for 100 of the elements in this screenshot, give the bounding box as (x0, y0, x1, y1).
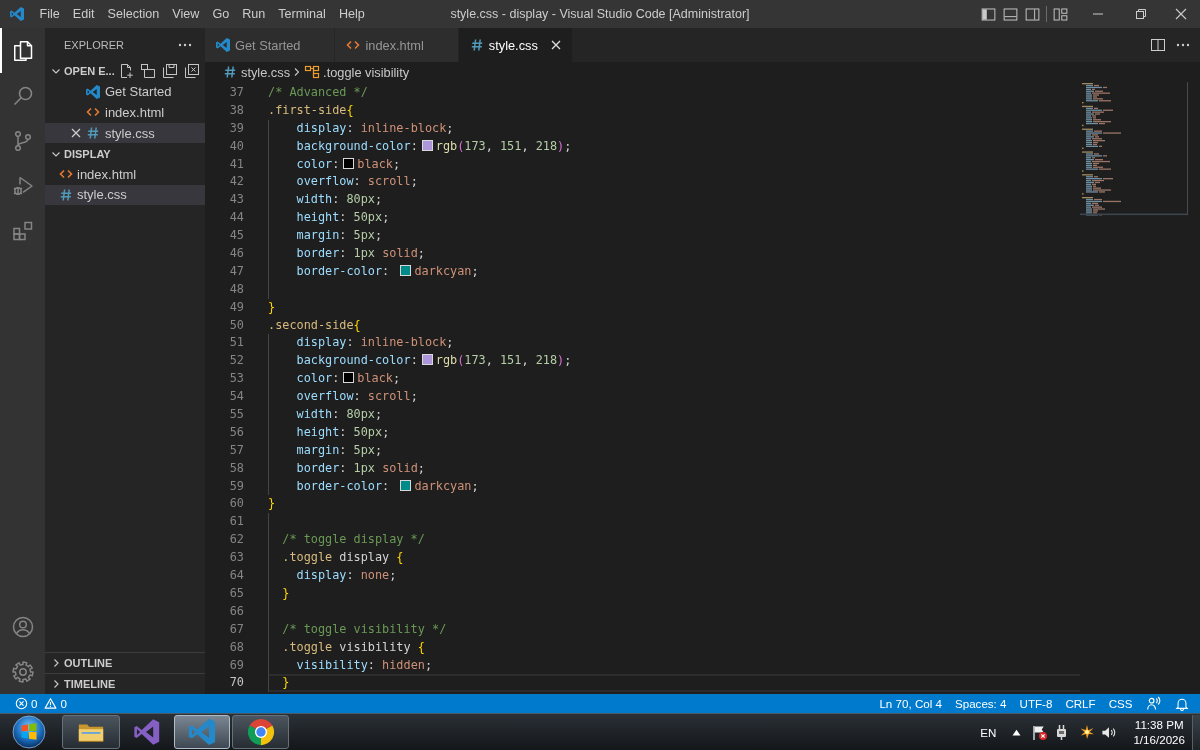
line-number: 43 (229, 191, 244, 209)
start-orb-icon[interactable] (11, 715, 46, 749)
section-title[interactable]: OUTLINE (64, 657, 113, 669)
line-number: 59 (229, 477, 244, 495)
browser-logo-icon (245, 717, 276, 747)
line-number: 68 (229, 638, 244, 656)
window-title: style.css - display - Visual Studio Code [Administrator] (450, 7, 750, 21)
layout-grid-icon[interactable] (1052, 5, 1069, 23)
code-line: display: inline-block; (296, 120, 454, 135)
split-editor-icon[interactable] (1150, 37, 1166, 53)
line-number: 64 (229, 567, 244, 585)
code-line: border: 1px solid; (296, 246, 425, 260)
show-desktop-button[interactable] (1192, 714, 1200, 750)
code-line: } (268, 496, 276, 511)
hash-icon (85, 125, 101, 142)
problems-button[interactable]: 0 0 (9, 694, 73, 713)
save-all-icon[interactable] (162, 63, 178, 80)
flag-icon[interactable] (1031, 723, 1049, 741)
account-icon[interactable] (10, 614, 35, 639)
breadcrumb-item[interactable]: .toggle visibility (304, 64, 410, 80)
infinity-logo-icon (132, 717, 162, 747)
section-title[interactable]: OPEN E... (64, 65, 115, 78)
language-mode[interactable]: CSS (1102, 694, 1139, 713)
line-number: 54 (229, 388, 244, 406)
menu-item[interactable]: View (165, 0, 206, 28)
code-line: margin: 5px; (296, 228, 383, 243)
code-line: width: 80px; (296, 192, 383, 207)
encoding-setting[interactable]: UTF-8 (1013, 694, 1059, 713)
sidebar-title: EXPLORER (64, 38, 124, 51)
code-line: border: 1px solid; (296, 460, 425, 475)
sparkle-icon[interactable] (1079, 724, 1096, 740)
close-icon[interactable] (1174, 7, 1188, 21)
editor-tab[interactable]: index.html (335, 28, 459, 62)
code-line: margin: 5px; (296, 442, 383, 457)
line-number: 45 (229, 227, 244, 245)
line-ending-setting[interactable]: CRLF (1058, 694, 1103, 713)
menu-item[interactable]: Help (332, 0, 372, 28)
line-number: 44 (229, 209, 244, 227)
editor-tab[interactable]: style.css (458, 28, 573, 62)
code-line: .second-side{ (268, 317, 361, 332)
line-number: 51 (229, 334, 244, 352)
error-icon (15, 697, 28, 710)
taskbar-button[interactable] (174, 715, 230, 749)
section-title[interactable]: TIMELINE (64, 678, 116, 690)
editor-logo-icon (187, 717, 217, 747)
menu-item[interactable]: File (33, 0, 67, 28)
open-editor-row[interactable]: Get Started (45, 81, 205, 103)
language-indicator[interactable]: EN (980, 725, 997, 739)
line-number: 52 (229, 352, 244, 370)
line-number: 58 (229, 459, 244, 477)
breadcrumb-item[interactable]: style.css (222, 64, 291, 80)
sidebar-layout-icon[interactable] (980, 5, 997, 23)
code-line: } (282, 675, 290, 690)
bell-icon[interactable] (1175, 696, 1189, 711)
line-number: 57 (229, 441, 244, 459)
code-text: darkcyan; (414, 263, 479, 278)
code-text: rgb(173, 151, 218); (435, 353, 572, 368)
open-editor-row[interactable]: index.html (45, 102, 205, 123)
feedback-icon[interactable] (1146, 696, 1161, 711)
code-line: .toggle display { (282, 550, 404, 565)
hash-icon (222, 64, 238, 80)
close-all-icon[interactable] (184, 63, 200, 80)
line-number: 65 (229, 584, 244, 602)
caret-up-icon[interactable] (1012, 728, 1022, 736)
clock-date[interactable]: 1/16/2026 (1133, 732, 1185, 747)
menu-item[interactable]: Edit (66, 0, 101, 28)
gear-icon[interactable] (10, 659, 35, 684)
taskbar-button[interactable] (62, 715, 120, 749)
code-line: height: 50px; (296, 424, 390, 439)
hash-icon (58, 186, 74, 203)
panel-layout-icon[interactable] (1002, 5, 1019, 23)
code-text: rgb(173, 151, 218); (435, 138, 572, 153)
restore-icon[interactable] (1133, 7, 1148, 21)
open-editor-row[interactable]: style.css (45, 122, 205, 144)
code-line: overflow: scroll; (296, 174, 418, 189)
editor-layout-icon[interactable] (140, 63, 156, 80)
new-file-icon[interactable] (118, 63, 134, 80)
line-number: 41 (229, 155, 244, 173)
split-layout-icon[interactable] (1024, 5, 1041, 23)
line-number: 63 (229, 549, 244, 567)
clock-time[interactable]: 11:38 PM (1134, 717, 1184, 732)
menu-item[interactable]: Terminal (271, 0, 333, 28)
editor-tab[interactable]: Get Started (205, 28, 336, 62)
code-text: background-color: (296, 353, 418, 368)
menu-item[interactable]: Go (205, 0, 236, 28)
explorer-tree-row[interactable]: index.html (45, 163, 205, 185)
indentation-setting[interactable]: Spaces: 4 (948, 694, 1013, 713)
code-text: background-color: (296, 138, 418, 153)
plug-icon[interactable] (1055, 724, 1069, 740)
editor-logo-icon (215, 37, 231, 53)
line-number: 39 (229, 119, 244, 137)
section-title[interactable]: DISPLAY (64, 147, 111, 160)
line-number: 50 (229, 316, 244, 334)
menu-item[interactable]: Run (235, 0, 272, 28)
explorer-tree-row[interactable]: style.css (45, 184, 205, 206)
code-text: darkcyan; (414, 478, 479, 493)
cursor-position[interactable]: Ln 70, Col 4 (872, 694, 949, 713)
menu-item[interactable]: Selection (101, 0, 166, 28)
taskbar-button[interactable] (232, 715, 289, 749)
code-line: /* toggle display */ (282, 532, 425, 547)
